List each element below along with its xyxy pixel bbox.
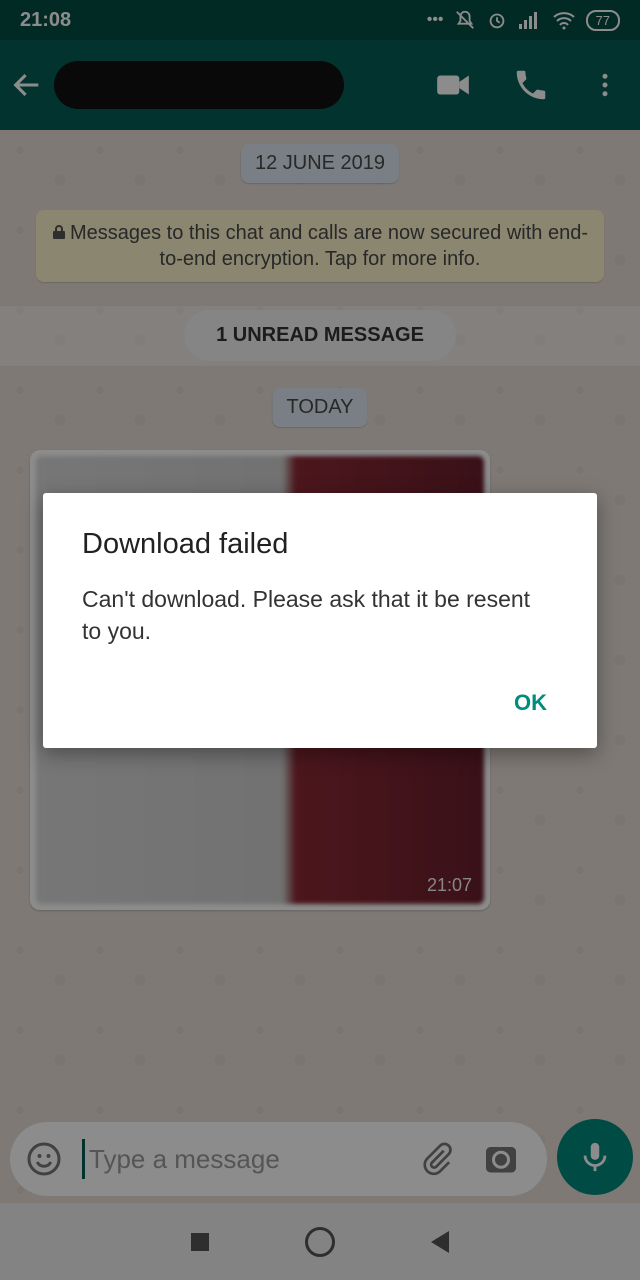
ok-button[interactable]: OK — [506, 686, 555, 720]
download-failed-dialog: Download failed Can't download. Please a… — [43, 493, 597, 748]
dialog-message: Can't download. Please ask that it be re… — [82, 586, 531, 644]
dialog-title: Download failed — [82, 528, 289, 560]
